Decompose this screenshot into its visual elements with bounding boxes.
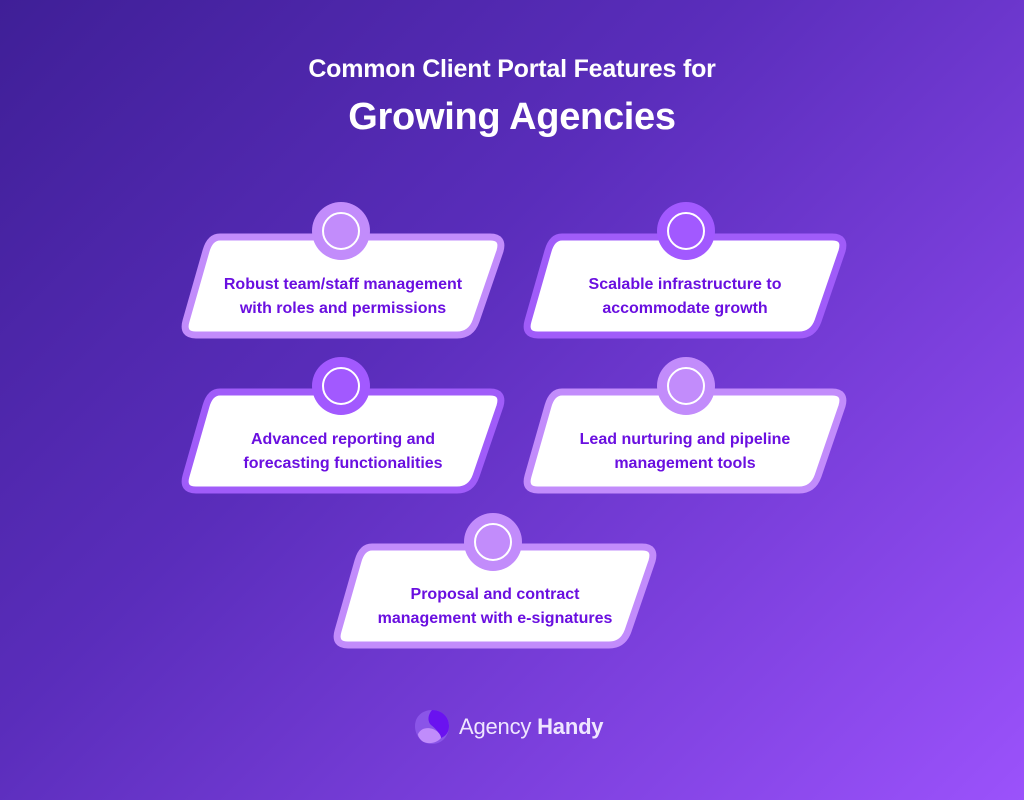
circle-ring-icon bbox=[322, 212, 360, 250]
feature-text-line: forecasting functionalities bbox=[243, 455, 443, 472]
feature-badge-circle bbox=[464, 513, 522, 571]
brand-name: Agency Handy bbox=[459, 714, 604, 740]
feature-text-line: with roles and permissions bbox=[239, 300, 447, 317]
feature-badge-circle bbox=[657, 357, 715, 415]
feature-text-line: Advanced reporting and bbox=[250, 431, 436, 448]
page-title: Growing Agencies bbox=[348, 96, 676, 138]
feature-badge-circle bbox=[657, 202, 715, 260]
feature-text: Lead nurturing and pipeline management t… bbox=[542, 428, 828, 476]
feature-text-line: management with e-signatures bbox=[377, 610, 613, 627]
brand-name-regular: Agency bbox=[459, 714, 532, 739]
circle-ring-icon bbox=[474, 523, 512, 561]
feature-text-line: Scalable infrastructure to bbox=[588, 276, 782, 293]
page-subtitle: Common Client Portal Features for bbox=[308, 55, 716, 83]
circle-ring-icon bbox=[322, 367, 360, 405]
brand-name-bold: Handy bbox=[537, 714, 604, 739]
feature-badge-circle bbox=[312, 202, 370, 260]
agency-handy-logo-icon bbox=[415, 710, 449, 744]
brand-logo: Agency Handy bbox=[413, 707, 604, 747]
feature-text-line: accommodate growth bbox=[602, 300, 768, 317]
feature-text-line: Proposal and contract bbox=[410, 586, 580, 603]
feature-text: Robust team/staff management with roles … bbox=[200, 273, 486, 321]
feature-text: Scalable infrastructure to accommodate g… bbox=[542, 273, 828, 321]
feature-text: Proposal and contract management with e-… bbox=[352, 583, 638, 631]
feature-text-line: management tools bbox=[614, 455, 756, 472]
feature-text: Advanced reporting and forecasting funct… bbox=[200, 428, 486, 476]
feature-text-line: Robust team/staff management bbox=[223, 276, 463, 293]
circle-ring-icon bbox=[667, 367, 705, 405]
circle-ring-icon bbox=[667, 212, 705, 250]
feature-badge-circle bbox=[312, 357, 370, 415]
feature-text-line: Lead nurturing and pipeline bbox=[579, 431, 791, 448]
